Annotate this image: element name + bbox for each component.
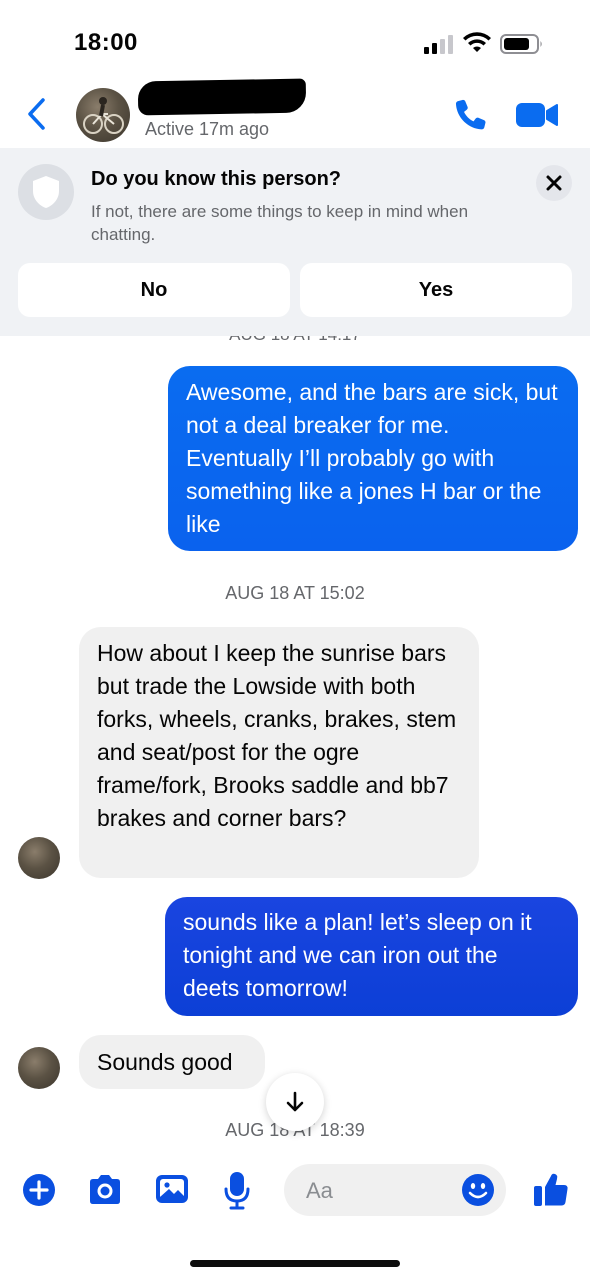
home-indicator (190, 1260, 400, 1267)
close-icon (546, 175, 562, 191)
redacted-name (137, 78, 307, 116)
gallery-icon[interactable] (153, 1172, 191, 1206)
timestamp-partial: AUG 18 AT 14:17 (0, 336, 590, 344)
message-incoming[interactable]: Sounds good (79, 1035, 265, 1089)
camera-icon[interactable] (86, 1172, 124, 1208)
timestamp-partial-text: AUG 18 AT 14:17 (0, 336, 590, 344)
active-status: Active 17m ago (145, 119, 270, 139)
wifi-icon (463, 32, 491, 52)
sender-avatar[interactable] (18, 837, 60, 879)
status-time: 18:00 (74, 29, 138, 56)
arrow-down-icon (286, 1091, 304, 1112)
battery-icon (500, 34, 542, 54)
back-icon[interactable] (22, 96, 52, 132)
call-icon[interactable] (452, 96, 490, 134)
message-input[interactable]: Aa (284, 1164, 506, 1216)
message-input-placeholder: Aa (306, 1178, 333, 1203)
timestamp: AUG 18 AT 15:02 (225, 583, 365, 603)
shield-icon (33, 176, 59, 208)
like-icon[interactable] (532, 1170, 570, 1208)
yes-button[interactable]: Yes (300, 263, 572, 317)
close-banner-button[interactable] (536, 165, 572, 201)
scroll-to-bottom-button[interactable] (266, 1073, 324, 1131)
mic-icon[interactable] (223, 1170, 251, 1210)
video-icon[interactable] (514, 100, 560, 130)
banner-subtitle: If not, there are some things to keep in… (91, 202, 469, 244)
emoji-icon[interactable] (461, 1173, 495, 1207)
signal-icon (424, 35, 453, 54)
message-outgoing[interactable]: sounds like a plan! let’s sleep on it to… (165, 897, 578, 1016)
avatar[interactable] (76, 88, 130, 142)
avatar-photo-icon (83, 97, 124, 134)
sender-avatar[interactable] (18, 1047, 60, 1089)
banner-title: Do you know this person? (91, 168, 342, 190)
message-outgoing[interactable]: Awesome, and the bars are sick, but not … (168, 366, 578, 551)
no-button[interactable]: No (18, 263, 290, 317)
message-incoming[interactable]: How about I keep the sunrise bars but tr… (79, 627, 479, 878)
plus-icon[interactable] (22, 1173, 56, 1207)
